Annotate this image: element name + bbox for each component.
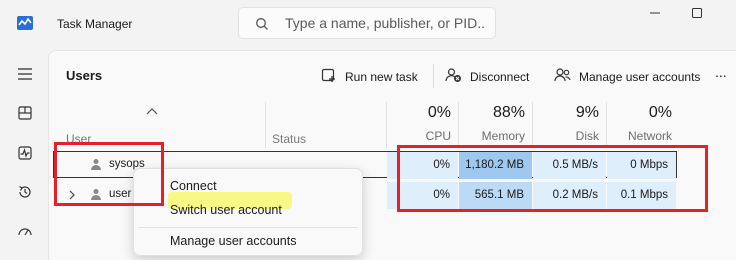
nav-performance[interactable] — [10, 139, 40, 169]
more-options-label: ... — [715, 64, 727, 80]
nav-processes[interactable] — [10, 99, 40, 129]
search-box[interactable] — [238, 7, 496, 39]
column-header-network[interactable]: 0% Network — [607, 104, 679, 143]
disconnect-button[interactable]: Disconnect — [445, 67, 529, 86]
menu-divider — [138, 227, 358, 228]
toolbar-divider — [433, 64, 434, 88]
run-new-task-icon — [321, 67, 337, 86]
disk-total-percent: 9% — [575, 104, 599, 121]
search-input[interactable] — [285, 12, 485, 34]
nav-startup-apps[interactable] — [10, 218, 40, 248]
page-title: Users — [66, 68, 103, 83]
column-divider — [265, 102, 266, 148]
maximize-icon — [691, 7, 703, 22]
more-options-button[interactable]: ... — [715, 64, 727, 80]
nav-app-history[interactable] — [10, 178, 40, 208]
performance-icon — [17, 145, 33, 164]
manage-user-accounts-button[interactable]: Manage user accounts — [554, 67, 700, 86]
column-header-disk[interactable]: 9% Disk — [533, 104, 605, 143]
minimize-button[interactable] — [632, 0, 678, 28]
processes-icon — [17, 105, 33, 124]
network-total-percent: 0% — [648, 104, 672, 121]
column-header-status[interactable]: Status — [272, 132, 306, 146]
user-accounts-icon — [554, 67, 571, 86]
task-manager-logo-icon — [16, 14, 34, 32]
minimize-icon — [649, 7, 661, 22]
hamburger-menu-button[interactable] — [10, 60, 40, 90]
context-menu: Connect Switch user account Manage user … — [133, 168, 363, 256]
menu-item-connect[interactable]: Connect — [170, 179, 217, 193]
cpu-label: CPU — [425, 129, 451, 143]
manage-user-accounts-label: Manage user accounts — [579, 69, 701, 84]
search-icon — [255, 17, 269, 34]
run-new-task-button[interactable]: Run new task — [321, 67, 418, 86]
disconnect-user-icon — [445, 67, 462, 86]
menu-item-switch-user-account[interactable]: Switch user account — [170, 203, 282, 217]
maximize-button[interactable] — [674, 0, 720, 28]
column-header-memory[interactable]: 88% Memory — [459, 104, 531, 143]
memory-total-percent: 88% — [492, 104, 525, 121]
cpu-total-percent: 0% — [427, 104, 451, 121]
app-title: Task Manager — [57, 17, 133, 31]
menu-item-manage-user-accounts[interactable]: Manage user accounts — [170, 234, 296, 248]
annotation-box-resource-usage — [397, 145, 708, 212]
run-new-task-label: Run new task — [345, 69, 418, 84]
disk-label: Disk — [575, 129, 599, 143]
sort-ascending-icon — [146, 104, 158, 118]
history-icon — [17, 184, 33, 203]
startup-speedometer-icon — [17, 224, 33, 243]
annotation-box-users — [54, 142, 164, 206]
column-header-cpu[interactable]: 0% CPU — [387, 104, 457, 143]
network-label: Network — [627, 129, 672, 143]
disconnect-label: Disconnect — [470, 69, 530, 84]
hamburger-icon — [17, 67, 33, 84]
memory-label: Memory — [481, 129, 525, 143]
